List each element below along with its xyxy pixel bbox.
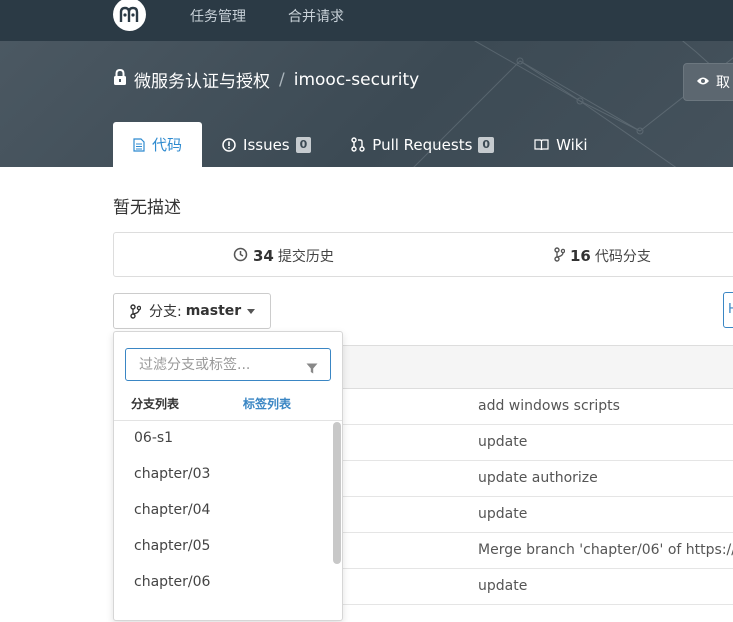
branch-list-item[interactable]: chapter/05 [114,529,342,565]
commit-message[interactable]: update [478,578,527,594]
logo-icon[interactable] [113,0,146,31]
tab-code-label: 代码 [152,136,183,154]
branch-icon [554,246,566,266]
repo-owner-link[interactable]: 微服务认证与授权 [134,67,270,92]
repo-stats-bar: 34 提交历史 16 代码分支 [113,232,733,277]
path-separator: / [279,69,285,90]
commit-message[interactable]: update [478,506,527,522]
eye-icon [696,75,710,90]
commit-message[interactable]: Merge branch 'chapter/06' of https://g [478,542,733,558]
clone-button[interactable]: H [723,292,733,328]
branch-list-item[interactable]: chapter/04 [114,493,342,529]
nav-merge-requests-link[interactable]: 合并请求 [288,6,344,26]
watch-label: 取 [716,75,730,91]
pull-requests-count-badge: 0 [478,136,495,153]
repo-name-link[interactable]: imooc-security [294,70,419,90]
tab-pull-requests[interactable]: Pull Requests 0 [331,122,514,167]
commits-label: 提交历史 [277,249,334,265]
pull-request-icon [351,137,365,152]
branch-selector-button[interactable]: 分支: master [113,293,271,329]
chevron-down-icon [247,308,256,314]
commits-stat-link[interactable]: 34 提交历史 [233,246,334,266]
commit-message[interactable]: update authorize [478,470,598,486]
tab-pull-requests-label: Pull Requests [372,135,473,154]
top-nav: 任务管理 合并请求 [0,0,733,41]
nav-tasks-link[interactable]: 任务管理 [190,6,246,26]
tab-tag-list[interactable]: 标签列表 [243,395,291,412]
issue-icon [222,137,236,152]
branch-list-item[interactable]: chapter/06 [114,565,342,601]
tab-wiki[interactable]: Wiki [514,122,608,167]
branch-prefix: 分支: [149,304,182,320]
current-branch: master [185,303,242,319]
commit-message[interactable]: update [478,434,527,450]
tab-branch-list[interactable]: 分支列表 [131,395,179,412]
book-icon [534,138,549,151]
branch-filter-input[interactable] [125,348,331,381]
branches-stat-link[interactable]: 16 代码分支 [554,246,651,266]
branch-list-item[interactable]: 06-s1 [114,421,342,457]
branch-list: 06-s1 chapter/03 chapter/04 chapter/05 c… [114,420,342,622]
file-icon [133,137,145,152]
repo-header: 微服务认证与授权 / imooc-security 取 代码 Issues 0 [0,41,733,167]
tab-wiki-label: Wiki [556,135,588,154]
tab-issues[interactable]: Issues 0 [202,122,331,167]
dropdown-scrollbar[interactable] [333,422,341,564]
branches-label: 代码分支 [594,249,651,265]
history-icon [233,247,248,266]
filter-icon[interactable] [306,359,318,378]
lock-icon [112,68,128,91]
branches-count: 16 [570,247,591,265]
commit-message[interactable]: add windows scripts [478,398,620,414]
branch-list-item[interactable]: chapter/03 [114,457,342,493]
repo-tabs: 代码 Issues 0 Pull Requests 0 Wiki [113,122,608,167]
repo-title: 微服务认证与授权 / imooc-security [112,67,419,92]
watch-button[interactable]: 取 [683,63,733,101]
tab-code[interactable]: 代码 [113,122,203,167]
issues-count-badge: 0 [295,136,312,153]
repo-description: 暂无描述 [113,198,181,218]
commits-count: 34 [253,247,274,265]
tab-issues-label: Issues [243,135,290,154]
branch-dropdown: 分支列表 标签列表 06-s1 chapter/03 chapter/04 ch… [113,331,343,621]
branch-icon [130,303,141,319]
